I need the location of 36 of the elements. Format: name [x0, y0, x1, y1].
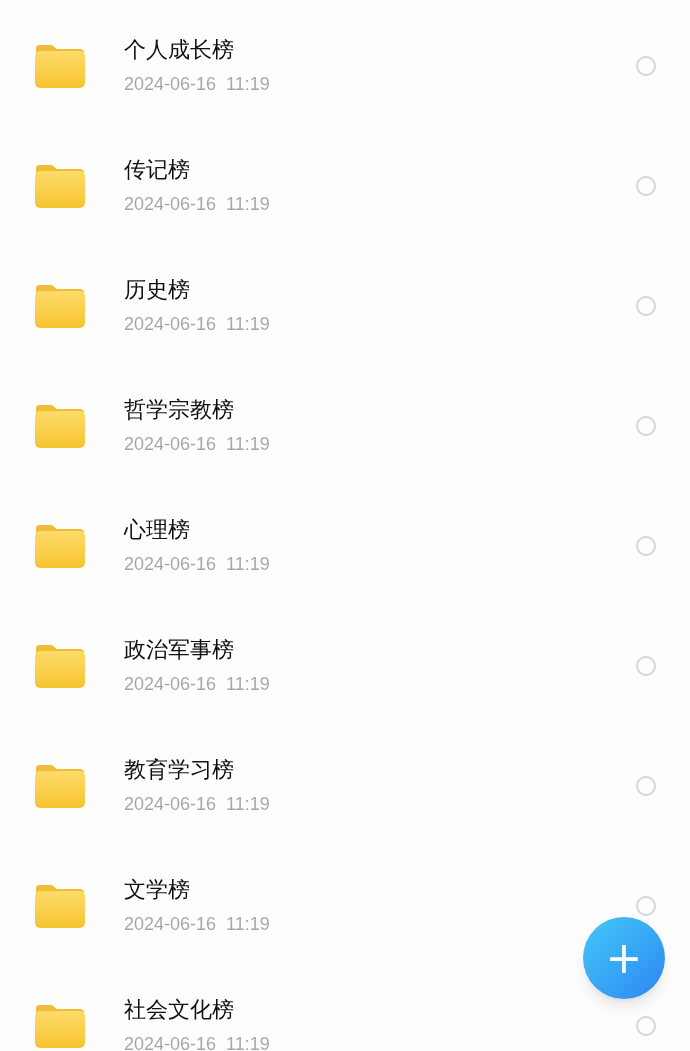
modified-date: 2024-06-16 11:19	[124, 1033, 270, 1051]
folder-icon	[34, 163, 86, 209]
folder-icon	[34, 523, 86, 569]
modified-date: 2024-06-16 11:19	[124, 553, 270, 576]
folder-name[interactable]: 传记榜	[124, 156, 190, 184]
select-radio[interactable]	[636, 536, 656, 556]
folder-icon	[34, 283, 86, 329]
modified-date: 2024-06-16 11:19	[124, 673, 270, 696]
select-radio[interactable]	[636, 416, 656, 436]
select-radio[interactable]	[636, 656, 656, 676]
folder-name[interactable]: 文学榜	[124, 876, 190, 904]
modified-date: 2024-06-16 11:19	[124, 73, 270, 96]
folder-icon	[34, 43, 86, 89]
select-radio[interactable]	[636, 1016, 656, 1036]
folder-name[interactable]: 社会文化榜	[124, 996, 234, 1024]
modified-date: 2024-06-16 11:19	[124, 913, 270, 936]
folder-name[interactable]: 政治军事榜	[124, 636, 234, 664]
folder-icon	[34, 763, 86, 809]
folder-name[interactable]: 历史榜	[124, 276, 190, 304]
select-radio[interactable]	[636, 56, 656, 76]
folder-icon	[34, 1003, 86, 1049]
select-radio[interactable]	[636, 176, 656, 196]
modified-date: 2024-06-16 11:19	[124, 193, 270, 216]
folder-name[interactable]: 个人成长榜	[124, 36, 234, 64]
folder-name[interactable]: 哲学宗教榜	[124, 396, 234, 424]
select-radio[interactable]	[636, 776, 656, 796]
folder-name[interactable]: 教育学习榜	[124, 756, 234, 784]
folder-icon	[34, 643, 86, 689]
folder-name[interactable]: 心理榜	[124, 516, 190, 544]
folder-icon	[34, 883, 86, 929]
modified-date: 2024-06-16 11:19	[124, 433, 270, 456]
select-radio[interactable]	[636, 896, 656, 916]
modified-date: 2024-06-16 11:19	[124, 793, 270, 816]
folder-icon	[34, 403, 86, 449]
modified-date: 2024-06-16 11:19	[124, 313, 270, 336]
select-radio[interactable]	[636, 296, 656, 316]
